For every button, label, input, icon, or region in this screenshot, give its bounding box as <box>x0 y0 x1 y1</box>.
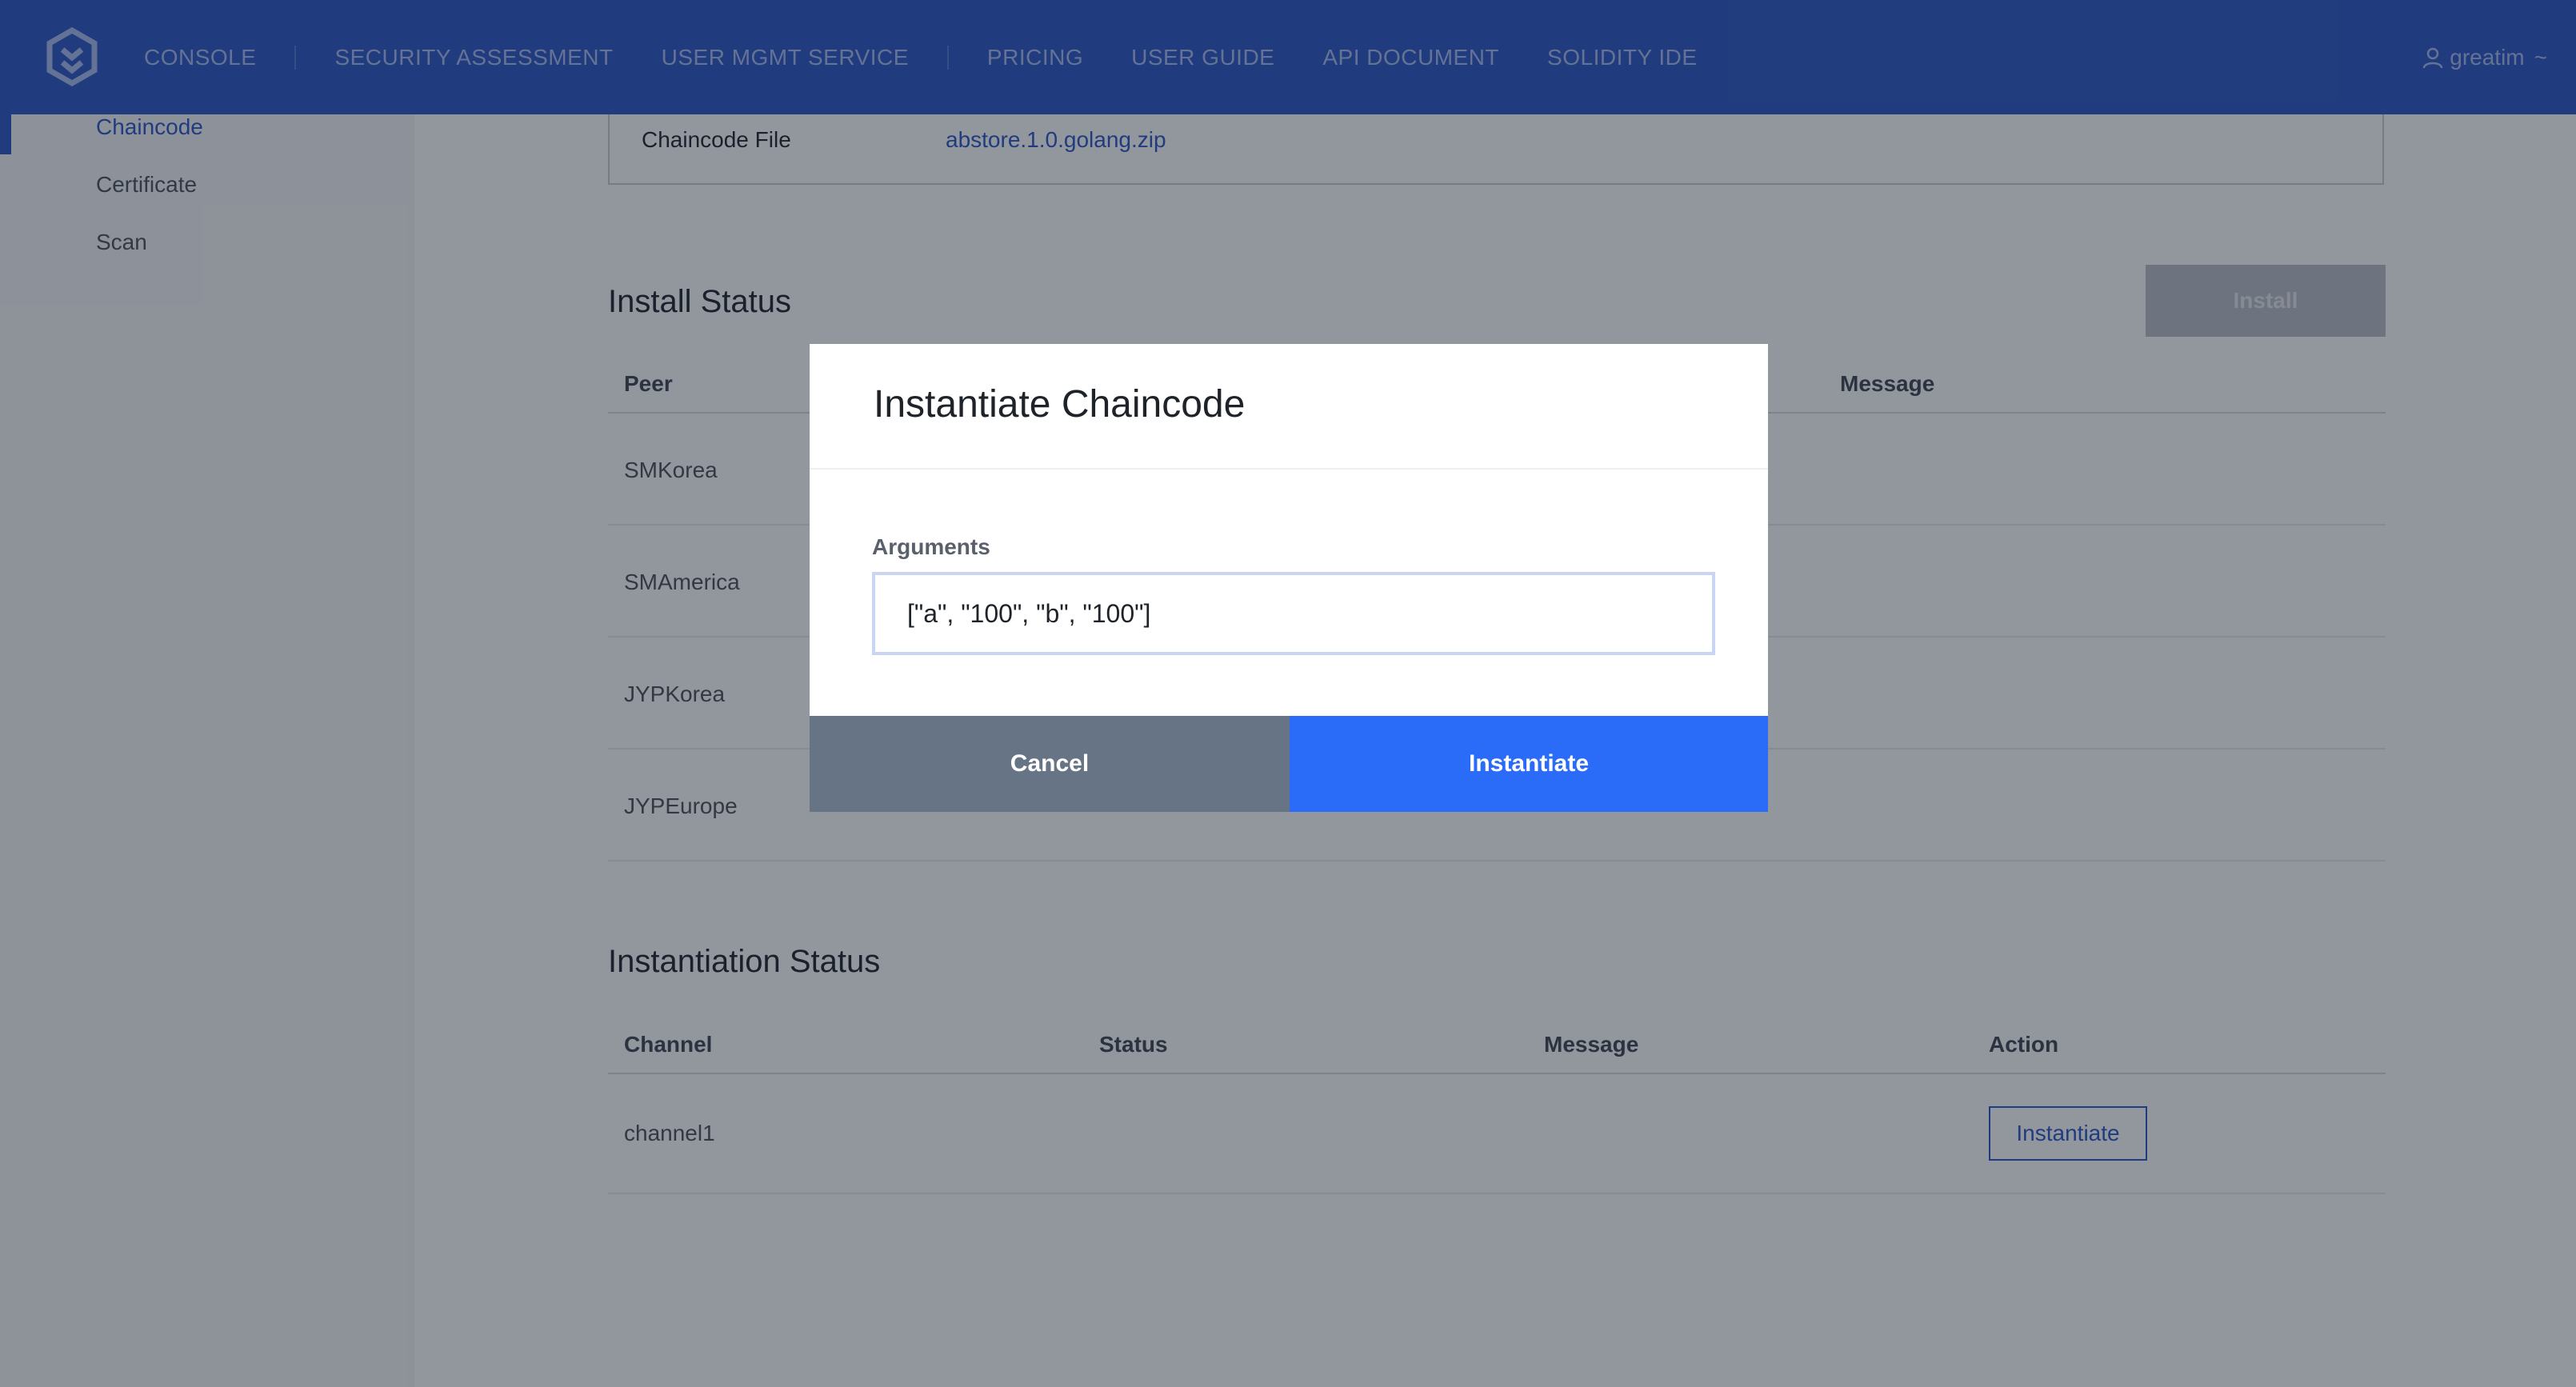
instantiate-chaincode-dialog: Instantiate Chaincode Arguments Cancel I… <box>810 344 1768 812</box>
arguments-input[interactable] <box>872 572 1715 655</box>
arguments-label: Arguments <box>872 534 990 559</box>
instantiate-button[interactable]: Instantiate <box>1290 716 1768 812</box>
cancel-button[interactable]: Cancel <box>810 716 1290 812</box>
dialog-divider <box>810 468 1768 470</box>
dialog-title: Instantiate Chaincode <box>874 383 1246 426</box>
